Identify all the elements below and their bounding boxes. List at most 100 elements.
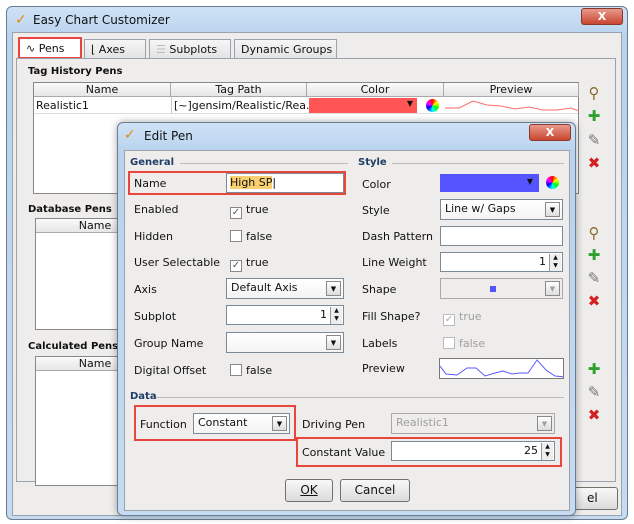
tab-dynamic-groups[interactable]: Dynamic Groups — [234, 39, 337, 59]
column-header[interactable]: Color — [307, 83, 444, 97]
magnifier-icon[interactable]: ⚲ — [585, 224, 603, 242]
delete-icon[interactable]: ✖ — [585, 292, 603, 310]
color-wheel-icon[interactable] — [546, 176, 559, 189]
chevron-down-icon: ▼ — [326, 281, 341, 296]
style-section-title: Style — [358, 157, 387, 168]
column-header[interactable]: Preview — [444, 83, 579, 97]
fill-shape-checkbox[interactable]: ✓ true — [443, 310, 482, 326]
tab-label: Dynamic Groups — [241, 43, 333, 56]
tab-axes[interactable]: ⌊ Axes — [84, 39, 146, 59]
spinner-arrows-icon[interactable]: ▲ ▼ — [330, 307, 342, 324]
app-icon: ✓ — [15, 12, 27, 28]
constant-value-stepper[interactable]: 25 ▲ ▼ — [391, 441, 555, 461]
calculated-pens-title: Calculated Pens — [28, 341, 119, 352]
subplot-label: Subplot — [134, 310, 177, 323]
ok-button[interactable]: OK — [285, 479, 333, 502]
driving-pen-label: Driving Pen — [302, 418, 366, 431]
cell-name: Realistic1 — [36, 99, 89, 112]
fill-shape-label: Fill Shape? — [362, 310, 421, 323]
preview-label: Preview — [362, 362, 405, 375]
close-button[interactable]: X — [581, 8, 623, 25]
general-section-title: General — [130, 157, 174, 168]
select-value: Constant — [198, 416, 248, 429]
dialog-close-button[interactable]: X — [529, 124, 571, 141]
divider — [392, 163, 564, 164]
dash-pattern-label: Dash Pattern — [362, 230, 433, 243]
style-preview-sparkline — [439, 358, 564, 379]
tab-label: Pens — [38, 42, 65, 55]
user-selectable-checkbox[interactable]: ✓ true — [230, 256, 269, 272]
select-value: Line w/ Gaps — [445, 202, 516, 215]
name-input[interactable]: High SP| — [226, 173, 344, 193]
shape-select[interactable]: ▼ — [440, 278, 563, 299]
stepper-value: 1 — [320, 308, 327, 321]
column-header[interactable]: Name — [34, 83, 171, 97]
add-icon[interactable]: ✚ — [585, 360, 603, 378]
check-icon: ✓ — [230, 207, 242, 219]
dialog-title: Edit Pen — [144, 129, 193, 143]
line-weight-stepper[interactable]: 1 ▲ ▼ — [440, 252, 563, 272]
labels-checkbox[interactable]: false — [443, 337, 485, 350]
divider — [156, 397, 564, 398]
chevron-down-icon: ▼ — [545, 281, 560, 296]
spinner-arrows-icon[interactable]: ▲ ▼ — [541, 443, 553, 460]
shape-label: Shape — [362, 283, 397, 296]
driving-pen-select[interactable]: Realistic1 ▼ — [391, 413, 555, 434]
stepper-value: 1 — [539, 255, 546, 268]
edit-icon[interactable]: ✎ — [585, 269, 603, 287]
cell-tag-path: [~]gensim/Realistic/Rea... — [171, 97, 317, 114]
chevron-down-icon: ▼ — [272, 416, 287, 431]
subplots-icon: ☰ — [156, 43, 166, 56]
database-pens-title: Database Pens — [28, 204, 112, 215]
name-value: High SP — [230, 176, 273, 189]
cancel-button[interactable]: Cancel — [340, 479, 410, 502]
axis-label: Axis — [134, 283, 157, 296]
function-select[interactable]: Constant ▼ — [193, 413, 290, 434]
style-label: Style — [362, 204, 390, 217]
style-select[interactable]: Line w/ Gaps ▼ — [440, 199, 563, 220]
group-name-select[interactable]: ▼ — [226, 332, 344, 353]
tab-subplots[interactable]: ☰ Subplots — [149, 39, 231, 59]
digital-offset-checkbox[interactable]: false — [230, 364, 272, 377]
group-name-label: Group Name — [134, 337, 204, 350]
color-wheel-icon[interactable] — [426, 99, 439, 112]
axis-select[interactable]: Default Axis ▼ — [226, 278, 344, 299]
data-section-title: Data — [130, 391, 157, 402]
magnifier-icon[interactable]: ⚲ — [585, 84, 603, 102]
function-label: Function — [140, 418, 187, 431]
axes-icon: ⌊ — [91, 43, 96, 56]
enabled-label: Enabled — [134, 203, 179, 216]
select-value: Default Axis — [231, 281, 298, 294]
color-label: Color — [362, 178, 391, 191]
dash-pattern-input[interactable] — [440, 226, 563, 246]
edit-icon[interactable]: ✎ — [585, 131, 603, 149]
hidden-checkbox[interactable]: false — [230, 230, 272, 243]
stepper-value: 25 — [524, 444, 538, 457]
enabled-checkbox[interactable]: ✓ true — [230, 203, 269, 219]
column-header[interactable]: Tag Path — [171, 83, 307, 97]
add-icon[interactable]: ✚ — [585, 246, 603, 264]
edit-icon[interactable]: ✎ — [585, 383, 603, 401]
table-row[interactable]: Realistic1 [~]gensim/Realistic/Rea... ▼ — [34, 97, 579, 114]
subplot-stepper[interactable]: 1 ▲ ▼ — [226, 305, 344, 325]
tab-pens[interactable]: ∿ Pens — [18, 37, 82, 59]
add-icon[interactable]: ✚ — [585, 107, 603, 125]
checkbox-label: false — [246, 230, 273, 243]
tab-label: Subplots — [169, 43, 218, 56]
checkbox-label: false — [246, 364, 273, 377]
app-icon: ✓ — [124, 127, 136, 143]
tab-label: Axes — [98, 43, 125, 56]
checkbox-label: true — [459, 310, 482, 323]
color-dropdown[interactable]: ▼ — [440, 174, 539, 192]
color-dropdown[interactable]: ▼ — [309, 98, 417, 113]
delete-icon[interactable]: ✖ — [585, 154, 603, 172]
spinner-arrows-icon[interactable]: ▲ ▼ — [549, 254, 561, 271]
labels-label: Labels — [362, 337, 398, 350]
divider — [180, 163, 348, 164]
delete-icon[interactable]: ✖ — [585, 406, 603, 424]
chevron-down-icon: ▼ — [326, 335, 341, 350]
check-icon: ✓ — [443, 314, 455, 326]
check-icon: ✓ — [230, 260, 242, 272]
select-value: Realistic1 — [396, 416, 449, 429]
constant-value-label: Constant Value — [302, 446, 386, 459]
